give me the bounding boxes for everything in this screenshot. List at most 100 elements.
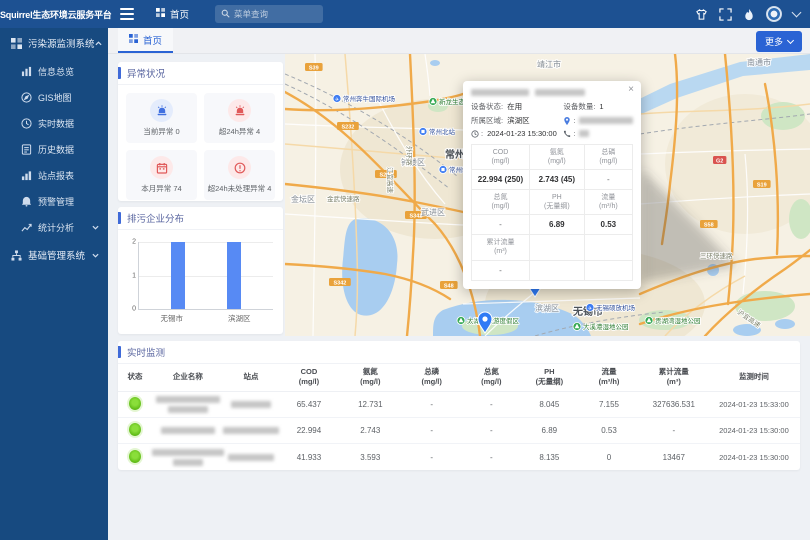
sidebar-item-alert-manage[interactable]: 预警管理 — [0, 188, 108, 214]
menu-toggle-icon[interactable] — [120, 8, 134, 20]
chevron-down-icon[interactable] — [792, 8, 802, 18]
map-label: 滨湖区 — [535, 303, 559, 313]
device-info-popup: × 设备状态:在用 设备数量:1 所属区域:滨湖区 : :2024-01-23 … — [463, 81, 641, 289]
fullscreen-icon[interactable] — [719, 8, 732, 21]
user-avatar[interactable] — [766, 6, 782, 22]
metric-cell: 41.933 — [278, 444, 339, 470]
metric-header: 总磷(mg/l) — [585, 145, 633, 170]
grid-icon — [129, 34, 138, 46]
alert-card-over24h-abnormal[interactable]: 超24h异常 4 — [204, 93, 275, 143]
alert-card-current-abnormal[interactable]: 当前异常 0 — [126, 93, 197, 143]
metric-value: 6.89 — [530, 215, 585, 235]
svg-text:常州奔牛国际机场: 常州奔牛国际机场 — [343, 94, 396, 103]
metric-cell: 0.53 — [578, 418, 639, 444]
alert-card-over24h-unhandled[interactable]: 超24h未处理异常 4 — [204, 150, 275, 200]
map-label: 外环路 — [405, 146, 414, 166]
svg-text:S19: S19 — [757, 183, 767, 189]
metric-cell: 13467 — [640, 444, 708, 470]
sidebar-group-pollution-monitor-system[interactable]: 污染源监测系统 — [0, 28, 108, 58]
bar-滨湖区 — [227, 242, 241, 309]
metric-value: - — [585, 170, 633, 190]
column-header: 氨氮(mg/l) — [340, 364, 401, 392]
column-header: COD(mg/l) — [278, 364, 339, 392]
chart-bar-icon — [20, 65, 32, 77]
column-header: 监测时间 — [708, 364, 800, 392]
app-logo: Squirrel生态环境云服务平台 — [0, 8, 108, 21]
trend-icon — [20, 221, 32, 233]
realtime-monitor-table: 状态企业名称站点COD(mg/l)氨氮(mg/l)总磷(mg/l)总氮(mg/l… — [118, 364, 800, 470]
column-header: 累计流量(m³) — [640, 364, 708, 392]
svg-text:无锡硕放机场: 无锡硕放机场 — [596, 303, 636, 312]
monitor-time: 2024-01-23 15:30:00 — [708, 418, 800, 444]
table-row[interactable]: 65.43712.731--8.0457.155327636.5312024-0… — [118, 392, 800, 418]
chevron-down-icon — [92, 224, 99, 231]
map-label: 武进区 — [421, 207, 445, 217]
menu-search-box[interactable] — [215, 5, 323, 23]
metric-cell: 0 — [578, 444, 639, 470]
tab-bar: 首页 更多 — [108, 28, 810, 54]
bar-chart: 012 — [138, 242, 273, 310]
map-poi-airport[interactable]: ✈常州奔牛国际机场 — [333, 94, 396, 103]
column-header: 站点 — [224, 364, 279, 392]
svg-text:太湖湾旅游度假区: 太湖湾旅游度假区 — [467, 316, 520, 325]
station-name-redacted — [224, 454, 279, 461]
metric-header: 氨氮(mg/l) — [530, 145, 585, 170]
more-button[interactable]: 更多 — [756, 31, 802, 52]
sitemap-icon — [10, 249, 22, 261]
metric-value: 2.743 (45) — [530, 170, 585, 190]
warning-icon — [228, 156, 251, 179]
y-tick: 2 — [126, 239, 136, 246]
enterprise-distribution-panel: 排污企业分布 012 无锡市滨湖区 — [118, 207, 283, 334]
table-row[interactable]: 41.9333.593--8.1350134672024-01-23 15:30… — [118, 444, 800, 470]
metric-cell: - — [462, 444, 520, 470]
header-home-link[interactable]: 首页 — [156, 7, 189, 21]
popup-title-redacted — [471, 89, 623, 96]
metric-cell: 12.731 — [340, 392, 401, 418]
compass-icon — [20, 91, 32, 103]
region-value: 滨湖区 — [507, 115, 530, 126]
map-label: 金坛区 — [291, 194, 315, 204]
metric-value: 0.53 — [585, 215, 633, 235]
search-input[interactable] — [234, 9, 314, 19]
map-poi-station[interactable]: 常州北站 — [419, 127, 456, 136]
clock-icon — [20, 117, 32, 129]
panel-accent-bar — [118, 67, 121, 79]
popup-metrics-table: COD(mg/l)氨氮(mg/l)总磷(mg/l)22.994 (250)2.7… — [471, 144, 633, 281]
metric-cell: 8.135 — [520, 444, 578, 470]
metric-cell: 2.743 — [340, 418, 401, 444]
sidebar-item-realtime-data[interactable]: 实时数据 — [0, 110, 108, 136]
column-header: 流量(m³/h) — [578, 364, 639, 392]
monitor-time: 2024-01-23 15:30:00 — [708, 444, 800, 470]
metric-cell: - — [401, 392, 462, 418]
sidebar-group-base-manage-system[interactable]: 基础管理系统 — [0, 240, 108, 270]
metric-cell: 6.89 — [520, 418, 578, 444]
flame-icon[interactable] — [743, 8, 755, 21]
gis-map[interactable]: S39S232S229S342S48G2S58S19S342 靖江市南通市常州市… — [285, 54, 810, 336]
sidebar-item-info-overview[interactable]: 信息总览 — [0, 58, 108, 84]
sidebar-item-station-report[interactable]: 站点报表 — [0, 162, 108, 188]
metric-cell: - — [462, 392, 520, 418]
metric-value: - — [472, 261, 530, 281]
metric-cell: 327636.531 — [640, 392, 708, 418]
alarm-icon — [20, 195, 32, 207]
alert-card-month-abnormal[interactable]: 本月异常 74 — [126, 150, 197, 200]
status-dot-green — [129, 397, 141, 410]
company-name-redacted — [152, 427, 224, 434]
column-header: 状态 — [118, 364, 152, 392]
metric-value: - — [472, 215, 530, 235]
sidebar-item-gis-map[interactable]: GIS地图 — [0, 84, 108, 110]
map-label: 三环快速路 — [700, 251, 733, 260]
sidebar-item-stats-analysis[interactable]: 统计分析 — [0, 214, 108, 240]
theme-skin-icon[interactable] — [695, 8, 708, 21]
table-row[interactable]: 22.9942.743--6.890.53-2024-01-23 15:30:0… — [118, 418, 800, 444]
sidebar-item-history-data[interactable]: 历史数据 — [0, 136, 108, 162]
column-header: 总氮(mg/l) — [462, 364, 520, 392]
metric-cell: - — [640, 418, 708, 444]
column-header: 总磷(mg/l) — [401, 364, 462, 392]
grid-icon — [156, 8, 165, 20]
close-icon[interactable]: × — [628, 85, 634, 95]
main-area: 首页 更多 异常状况 当前异常 0超24h异常 4本月异常 74超24h未处理异… — [108, 28, 810, 540]
metric-cell: 65.437 — [278, 392, 339, 418]
map-label: 金武快速路 — [327, 194, 360, 203]
tab-home[interactable]: 首页 — [118, 28, 173, 53]
